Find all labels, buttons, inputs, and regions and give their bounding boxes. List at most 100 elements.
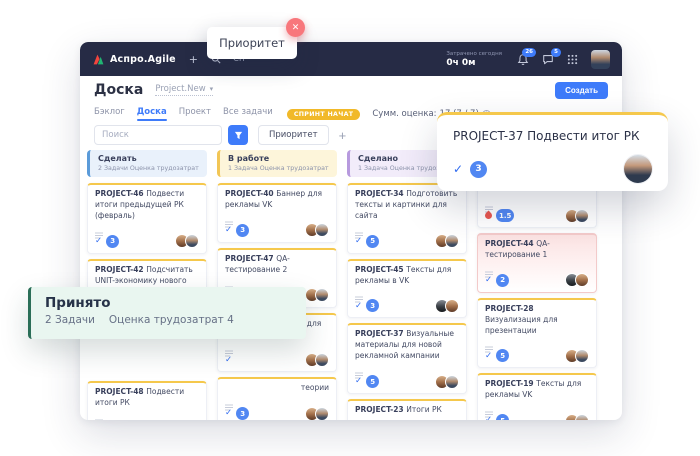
priority-tooltip-label: Приоритет: [219, 36, 285, 50]
column-header-todo: Сделать 2 Задачи Оценка трудозатрат 4: [87, 150, 207, 177]
task-card-footer: ✓5: [355, 375, 459, 388]
tab-project[interactable]: Проект: [179, 107, 211, 121]
estimate-badge: 3: [470, 161, 487, 178]
avatar: [315, 288, 329, 302]
add-filter-button[interactable]: +: [339, 129, 347, 142]
avatar: [445, 299, 459, 313]
task-card-project-46[interactable]: PROJECT-46 Подвести итоги предыдущей РК …: [87, 183, 207, 254]
accepted-column-overlay: Принято 2 Задачи Оценка трудозатрат 4: [28, 287, 306, 339]
task-title: PROJECT-37 Визуальные материалы для ново…: [355, 329, 459, 362]
project-select-value: Project.New: [155, 84, 205, 94]
estimate-badge: 5: [366, 235, 379, 248]
create-button[interactable]: Создать: [555, 82, 608, 99]
task-key: PROJECT-48: [95, 387, 146, 396]
tab-all-tasks[interactable]: Все задачи: [223, 107, 273, 121]
description-icon: [95, 224, 199, 231]
task-card-project-23[interactable]: PROJECT-23 Итоги РК✓5: [347, 399, 467, 420]
search-input[interactable]: [94, 125, 222, 145]
tab-board[interactable]: Доска: [137, 107, 167, 121]
score-label: Сумм. оценка:: [372, 109, 436, 119]
avatar: [315, 223, 329, 237]
task-key: PROJECT-44: [485, 239, 536, 248]
avatar: [575, 349, 589, 363]
assignee-avatars: [569, 349, 589, 363]
accepted-title: Принято: [45, 295, 292, 311]
estimate-badge: 3: [366, 299, 379, 312]
task-card-project-40[interactable]: PROJECT-40 Баннер для рекламы VK✓3: [217, 183, 337, 243]
check-icon: ✓: [225, 356, 232, 365]
apps-grid-button[interactable]: [567, 54, 578, 65]
close-icon[interactable]: ✕: [286, 18, 305, 37]
task-card-project-34[interactable]: PROJECT-34 Подготовить тексты и картинки…: [347, 183, 467, 254]
description-icon: [485, 263, 589, 270]
task-card-footer: ✓5: [485, 349, 589, 362]
notifications-button[interactable]: 26: [517, 53, 529, 66]
task-card-footer: ✓3: [95, 235, 199, 248]
task-key: PROJECT-47: [225, 254, 276, 263]
task-card-footer: ✓: [225, 353, 329, 366]
task-card-project-37[interactable]: PROJECT-37 Визуальные материалы для ново…: [347, 323, 467, 394]
description-icon: [355, 224, 459, 231]
assignee-avatars: [569, 209, 589, 223]
messages-count: 5: [551, 48, 561, 57]
task-key: PROJECT-40: [225, 189, 276, 198]
assignee-avatars: [309, 407, 329, 420]
top-navbar: Аспро.Agile + Сп Затрачено сегодня 0ч 0м…: [80, 42, 622, 76]
avatar: [445, 234, 459, 248]
check-icon: ✓: [355, 377, 362, 386]
task-card-project-44[interactable]: PROJECT-44 QA-тестирование 1✓2: [477, 233, 597, 293]
description-icon: [95, 411, 199, 418]
assignee-avatars: [179, 234, 199, 248]
task-card-project-28[interactable]: PROJECT-28 Визуализация для презентации ✓…: [477, 298, 597, 369]
tab-backlog[interactable]: Бэклог: [94, 107, 125, 121]
task-card-project-19[interactable]: PROJECT-19 Тексты для рекламы VK✓5: [477, 373, 597, 420]
task-card-footer: ✓5: [355, 235, 459, 248]
messages-button[interactable]: 5: [542, 53, 554, 65]
project-select[interactable]: Project.New ▾: [155, 84, 213, 96]
task-card-footer: ✓5: [485, 414, 589, 420]
time-tracker: Затрачено сегодня 0ч 0м: [446, 51, 502, 68]
priority-filter-button[interactable]: Приоритет: [258, 125, 329, 145]
task-key: PROJECT-42: [95, 265, 146, 274]
board-column-todo: Сделать 2 Задачи Оценка трудозатрат 4 PROJ…: [87, 150, 207, 420]
estimate-badge: 5: [496, 414, 509, 420]
task-card-project-48[interactable]: PROJECT-48 Подвести итоги РК✓2: [87, 381, 207, 420]
app-logo: Аспро.Agile: [92, 53, 176, 66]
task-card-project-45[interactable]: PROJECT-45 Тексты для рекламы в VK ✓ 3: [347, 259, 467, 319]
task-key: PROJECT-37: [355, 329, 406, 338]
avatar: [315, 407, 329, 420]
filter-button[interactable]: [228, 125, 248, 145]
screenshot-stage: Аспро.Agile + Сп Затрачено сегодня 0ч 0м…: [0, 0, 700, 456]
check-icon: ✓: [485, 276, 492, 285]
column-title: Сделать: [98, 154, 199, 163]
assignee-avatars: [309, 353, 329, 367]
estimate-badge: 3: [106, 235, 119, 248]
assignee-avatars: [439, 375, 459, 389]
task-title: PROJECT-28 Визуализация для презентации: [485, 304, 589, 337]
app-name: Аспро.Agile: [110, 54, 176, 65]
app-window: Аспро.Agile + Сп Затрачено сегодня 0ч 0м…: [80, 42, 622, 420]
check-icon: ✓: [95, 237, 102, 246]
check-icon: ✓: [355, 302, 362, 311]
task-popup[interactable]: PROJECT-37 Подвести итог РК ✓ 3: [437, 112, 668, 191]
description-icon: [225, 342, 329, 349]
description-icon: [485, 338, 589, 345]
task-title: PROJECT-34 Подготовить тексты и картинки…: [355, 189, 459, 222]
check-icon: ✓: [225, 226, 232, 235]
check-icon: ✓: [485, 352, 492, 361]
task-title: PROJECT-45 Тексты для рекламы в VK: [355, 265, 459, 287]
assignee-avatars: [309, 223, 329, 237]
avatar: [185, 234, 199, 248]
assignee-avatars: [309, 288, 329, 302]
task-title: PROJECT-47 QA-тестирование 2: [225, 254, 329, 276]
assignee-avatars: [569, 273, 589, 287]
accepted-meta: 2 Задачи Оценка трудозатрат 4: [45, 314, 292, 326]
add-icon[interactable]: +: [189, 54, 198, 65]
check-icon: ✓: [453, 162, 463, 176]
sprint-status-badge: СПРИНТ НАЧАТ: [287, 109, 361, 120]
description-icon: [485, 403, 589, 410]
description-icon: [225, 213, 329, 220]
user-avatar[interactable]: [591, 50, 610, 69]
task-card[interactable]: теории✓3: [217, 377, 337, 420]
column-meta: 2 Задачи Оценка трудозатрат 4: [98, 165, 199, 172]
